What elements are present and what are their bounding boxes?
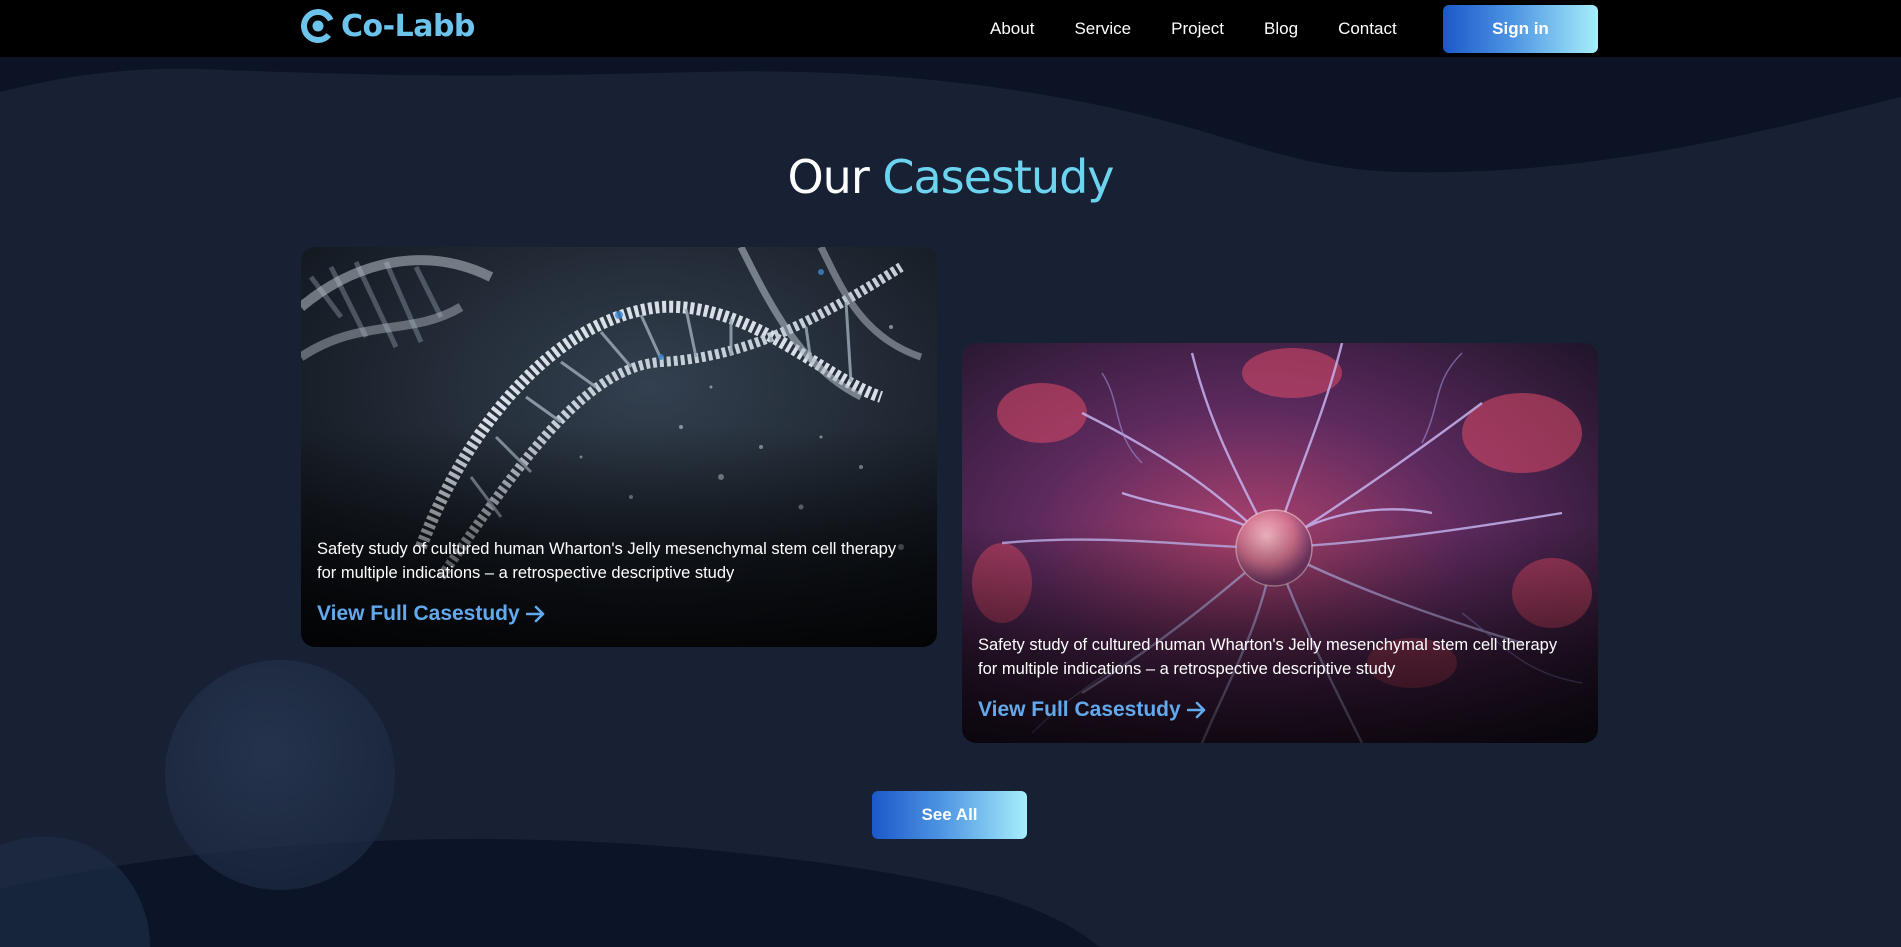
nav-links: About Service Project Blog Contact [990, 0, 1437, 57]
nav-link-service[interactable]: Service [1074, 19, 1131, 39]
section-title-plain: Our [787, 150, 869, 204]
section-title: Our Casestudy [0, 150, 1901, 204]
arrow-right-icon [1186, 701, 1205, 719]
casestudy-description: Safety study of cultured human Wharton's… [978, 636, 1558, 678]
casestudy-description: Safety study of cultured human Wharton's… [317, 540, 897, 582]
colabb-logo-icon [301, 9, 335, 43]
card-image-overlay [962, 343, 1598, 743]
casestudy-card-1: Safety study of cultured human Wharton's… [301, 247, 937, 647]
view-full-casestudy-link[interactable]: View Full Casestudy [317, 602, 546, 626]
view-full-casestudy-link[interactable]: View Full Casestudy [978, 698, 1207, 722]
section-title-accent: Casestudy [882, 150, 1114, 204]
casestudy-card-2: Safety study of cultured human Wharton's… [962, 343, 1598, 743]
nav-link-contact[interactable]: Contact [1338, 19, 1397, 39]
decorative-flask-graphic [0, 660, 395, 947]
top-navbar: Co-Labb About Service Project Blog Conta… [0, 0, 1901, 57]
arrow-right-icon [525, 605, 544, 623]
view-full-casestudy-label: View Full Casestudy [978, 698, 1181, 721]
nav-link-about[interactable]: About [990, 19, 1034, 39]
brand-name: Co-Labb [341, 8, 475, 44]
sign-in-button[interactable]: Sign in [1443, 5, 1598, 53]
view-full-casestudy-label: View Full Casestudy [317, 602, 520, 625]
card-image-overlay [301, 247, 937, 647]
nav-link-project[interactable]: Project [1171, 19, 1224, 39]
brand-logo[interactable]: Co-Labb [301, 6, 475, 46]
see-all-button[interactable]: See All [872, 791, 1027, 839]
nav-link-blog[interactable]: Blog [1264, 19, 1298, 39]
